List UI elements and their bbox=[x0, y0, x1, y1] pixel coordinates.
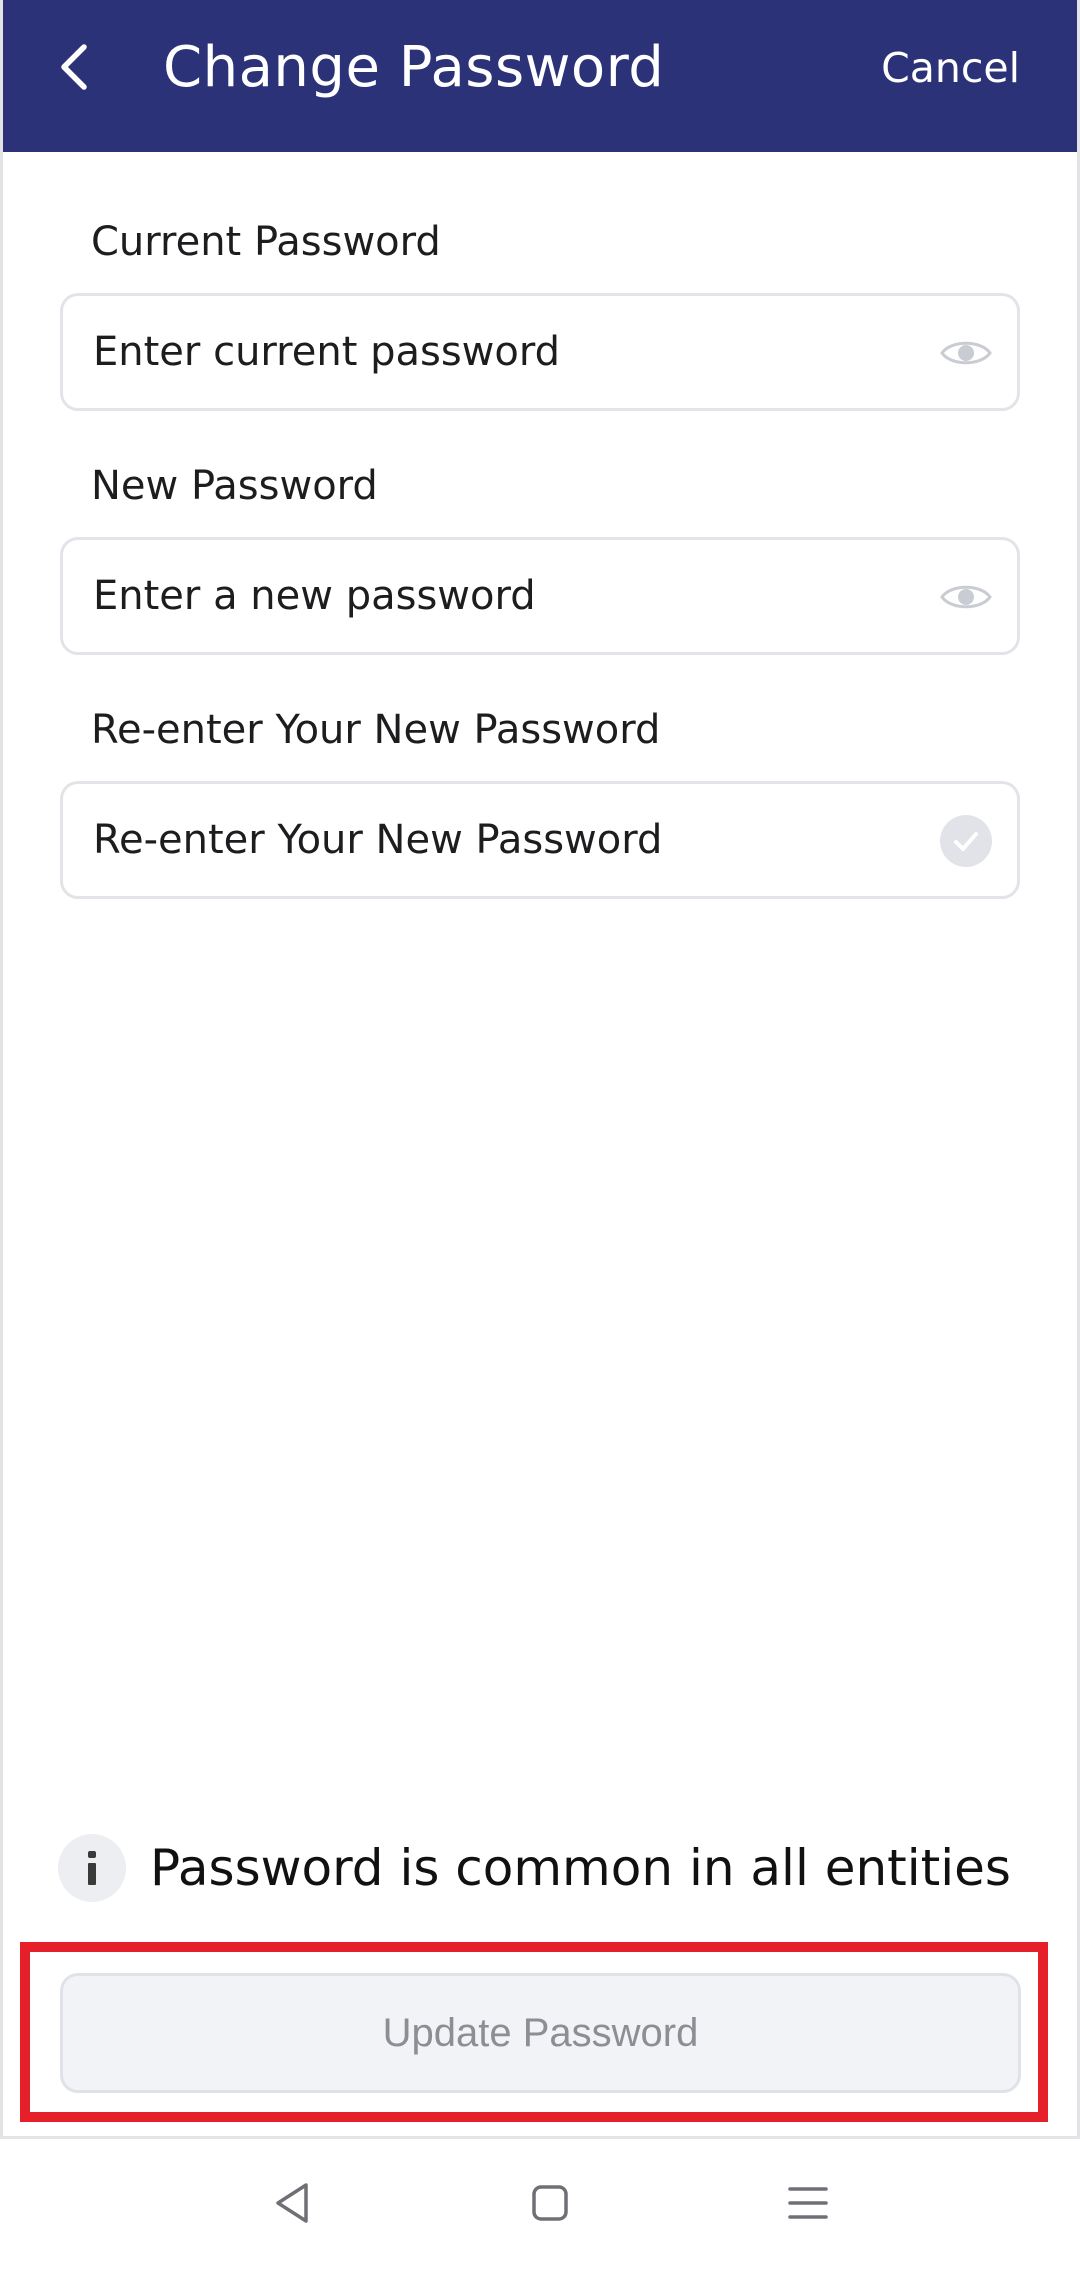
info-message: Password is common in all entities bbox=[150, 1839, 1011, 1897]
eye-icon[interactable] bbox=[939, 570, 993, 624]
new-password-field[interactable] bbox=[60, 537, 1020, 655]
cancel-button[interactable]: Cancel bbox=[881, 36, 1020, 100]
square-home-icon bbox=[530, 2183, 570, 2228]
confirm-password-field[interactable] bbox=[60, 781, 1020, 899]
eye-icon[interactable] bbox=[939, 326, 993, 380]
chevron-left-icon bbox=[56, 41, 90, 98]
confirm-password-label: Re-enter Your New Password bbox=[91, 707, 661, 753]
current-password-label: Current Password bbox=[91, 219, 441, 265]
system-recents-button[interactable] bbox=[778, 2175, 838, 2235]
current-password-input[interactable] bbox=[93, 296, 913, 408]
change-password-screen: Change Password Cancel Current Password … bbox=[0, 0, 1080, 2270]
info-icon bbox=[58, 1834, 126, 1902]
page-title: Change Password bbox=[163, 35, 665, 100]
system-home-button[interactable] bbox=[520, 2175, 580, 2235]
update-password-button[interactable]: Update Password bbox=[60, 1973, 1021, 2093]
system-back-button[interactable] bbox=[262, 2175, 322, 2235]
menu-lines-icon bbox=[786, 2183, 830, 2228]
current-password-field[interactable] bbox=[60, 293, 1020, 411]
system-nav-bar bbox=[0, 2139, 1080, 2270]
new-password-label: New Password bbox=[91, 463, 378, 509]
frame-border-left bbox=[0, 0, 3, 2138]
triangle-back-icon bbox=[272, 2181, 312, 2230]
confirm-password-input[interactable] bbox=[93, 784, 913, 896]
back-button[interactable] bbox=[47, 36, 99, 102]
check-circle-icon bbox=[939, 814, 993, 868]
app-header: Change Password Cancel bbox=[3, 0, 1077, 152]
new-password-input[interactable] bbox=[93, 540, 913, 652]
